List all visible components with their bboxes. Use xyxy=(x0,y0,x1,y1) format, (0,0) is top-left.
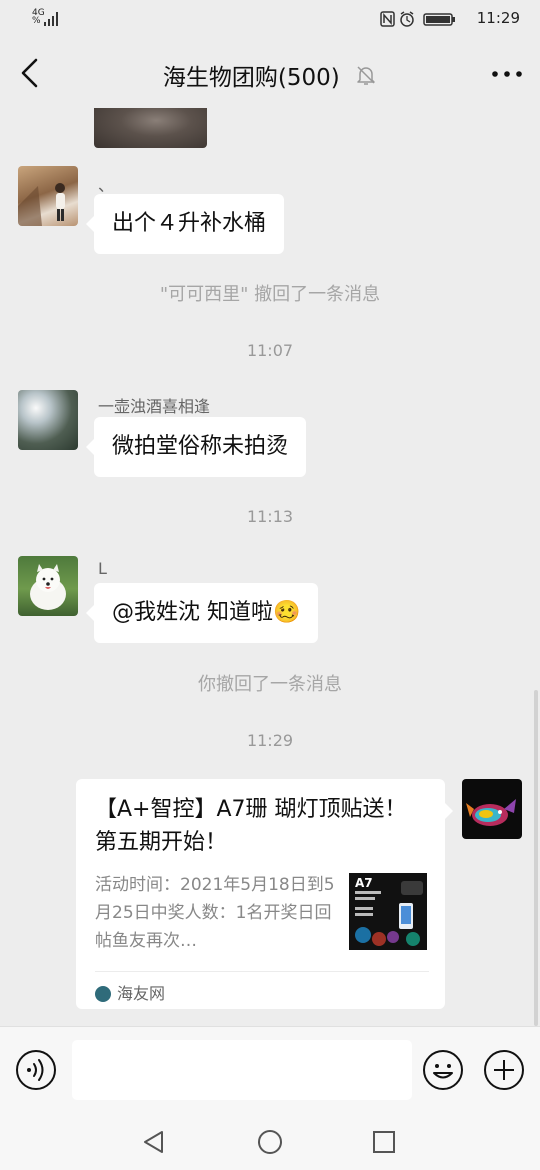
avatar[interactable] xyxy=(18,556,78,616)
sender-name: 一壶浊酒喜相逢 xyxy=(98,397,211,416)
nav-recent-icon[interactable] xyxy=(370,1128,398,1156)
thumbnail-label: A7 xyxy=(355,876,373,890)
divider xyxy=(95,971,429,972)
source-logo-icon xyxy=(95,986,111,1002)
image-message[interactable] xyxy=(94,108,207,148)
message-list[interactable]: 、 出个４升补水桶 "可可西里" 撤回了一条消息 11:07 一壶浊酒喜相逢 微… xyxy=(0,108,540,1026)
emoji-icon[interactable] xyxy=(422,1049,464,1091)
self-avatar[interactable] xyxy=(462,779,522,839)
status-icons xyxy=(380,11,455,27)
nav-home-icon[interactable] xyxy=(256,1128,284,1156)
avatar-image xyxy=(30,564,66,610)
timestamp: 11:29 xyxy=(246,731,294,750)
battery-icon xyxy=(423,13,455,26)
system-nav-bar xyxy=(0,1112,540,1170)
link-card-source: 海友网 xyxy=(95,980,165,1004)
signal-icon xyxy=(44,12,58,26)
bell-off-icon xyxy=(357,66,375,85)
chat-title: 海生物团购(500) xyxy=(162,65,340,91)
message-input[interactable] xyxy=(72,1040,412,1100)
more-dots-icon[interactable] xyxy=(490,62,524,86)
sender-name: L xyxy=(98,559,107,578)
avatar[interactable] xyxy=(18,390,78,450)
message-bubble[interactable]: 微拍堂俗称未拍烫 xyxy=(85,417,307,477)
avatar[interactable] xyxy=(18,166,78,226)
plus-circle-icon[interactable] xyxy=(483,1049,525,1091)
message-bubble[interactable]: @我姓沈 知道啦🥴 xyxy=(85,583,319,643)
clock: 11:29 xyxy=(476,9,520,27)
avatar-image xyxy=(18,183,65,226)
scrollbar[interactable] xyxy=(534,690,538,1026)
input-bar xyxy=(0,1026,540,1113)
link-card-title: 【A+智控】A7珊 瑚灯顶贴送！第五期开始！ xyxy=(95,797,407,855)
chat-title-wrap: 海生物团购(500) xyxy=(0,58,540,92)
network-indicator: 4G % xyxy=(32,9,45,26)
message-bubble[interactable]: 出个４升补水桶 xyxy=(85,194,285,254)
nav-back-icon[interactable] xyxy=(140,1128,168,1156)
avatar-image xyxy=(466,799,516,826)
nfc-icon xyxy=(380,11,395,27)
source-name: 海友网 xyxy=(117,984,166,1003)
voice-icon[interactable] xyxy=(15,1049,57,1091)
network-sub: % xyxy=(32,16,41,26)
sender-name: 、 xyxy=(98,176,115,195)
recall-notice: 你撤回了一条消息 xyxy=(198,674,342,695)
link-card-thumbnail: A7 xyxy=(349,873,427,950)
timestamp: 11:13 xyxy=(246,507,294,526)
link-card-description: 活动时间：2021年5月18日到5月25日中奖人数：1名开奖日回帖鱼友再次… xyxy=(95,875,335,951)
status-bar: 4G % 11:29 xyxy=(0,0,540,38)
timestamp: 11:07 xyxy=(246,341,294,360)
chat-header: 海生物团购(500) xyxy=(0,38,540,108)
alarm-icon xyxy=(400,11,414,27)
recall-notice: "可可西里" 撤回了一条消息 xyxy=(159,284,381,305)
link-card[interactable]: 【A+智控】A7珊 瑚灯顶贴送！第五期开始！ 活动时间：2021年5月18日到5… xyxy=(76,779,453,1009)
